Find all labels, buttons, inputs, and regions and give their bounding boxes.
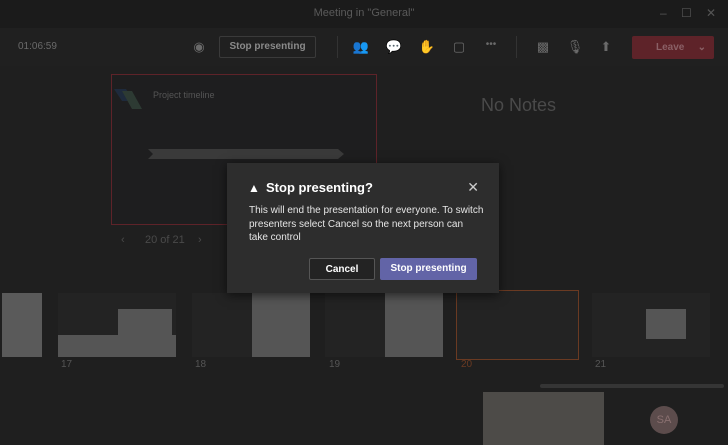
confirm-stop-presenting-button[interactable]: Stop presenting — [380, 258, 477, 280]
warning-icon: ▲ — [248, 181, 260, 195]
stop-presenting-dialog: ▲ Stop presenting? ✕ This will end the p… — [227, 163, 499, 293]
slide-thumbnail[interactable] — [58, 293, 176, 357]
dialog-title: Stop presenting? — [266, 180, 373, 195]
dialog-message: This will end the presentation for every… — [249, 205, 484, 243]
slide-logo-icon — [114, 89, 142, 109]
leave-label: Leave — [656, 42, 685, 53]
timeline-graphic — [148, 149, 344, 159]
thumbnail-number: 21 — [595, 359, 607, 370]
divider — [337, 36, 338, 58]
thumbnail-number: 19 — [329, 359, 341, 370]
maximize-button[interactable]: ☐ — [681, 6, 692, 20]
minimize-button[interactable]: – — [660, 6, 667, 20]
slide-counter: 20 of 21 — [145, 234, 185, 246]
slide-thumbnail-selected[interactable] — [456, 290, 579, 360]
stop-presenting-button[interactable]: Stop presenting — [219, 36, 316, 58]
participant-video — [483, 392, 604, 445]
title-bar: Meeting in "General" – ☐ ✕ — [0, 0, 728, 28]
chat-icon[interactable]: 💬 — [385, 39, 403, 55]
slide-thumbnail[interactable] — [592, 293, 710, 357]
divider — [516, 36, 517, 58]
notes-text: No Notes — [481, 95, 557, 115]
more-icon[interactable]: ••• — [482, 39, 500, 50]
close-icon[interactable]: ✕ — [467, 179, 479, 196]
next-slide-button[interactable]: › — [198, 234, 202, 246]
reactions-icon[interactable]: ✋ — [418, 39, 436, 55]
slide-thumbnail[interactable] — [2, 293, 42, 357]
close-window-button[interactable]: ✕ — [706, 6, 716, 20]
thumbnail-scrollbar[interactable] — [540, 384, 724, 388]
slide-thumbnail[interactable] — [325, 293, 443, 357]
leave-button[interactable]: Leave ⌄ — [632, 36, 714, 59]
previous-slide-button[interactable]: ‹ — [121, 234, 125, 246]
meeting-toolbar: 01:06:59 ◉ Stop presenting 👥 💬 ✋ ▢ ••• ▩… — [0, 28, 728, 66]
thumbnail-number: 17 — [61, 359, 73, 370]
thumbnail-number: 18 — [195, 359, 207, 370]
rooms-icon[interactable]: ▢ — [450, 39, 468, 55]
slide-thumbnail[interactable] — [192, 293, 310, 357]
cancel-button[interactable]: Cancel — [309, 258, 375, 280]
chevron-down-icon[interactable]: ⌄ — [698, 36, 706, 59]
mic-off-icon[interactable]: 🎙 — [566, 39, 584, 55]
avatar: SA — [650, 406, 678, 434]
window-title: Meeting in "General" — [313, 7, 415, 19]
eye-icon[interactable]: ◉ — [190, 39, 208, 55]
participants-icon[interactable]: 👥 — [352, 39, 370, 55]
meeting-timer: 01:06:59 — [18, 41, 57, 52]
slide-title: Project timeline — [153, 90, 215, 100]
thumbnail-number: 20 — [461, 359, 473, 370]
share-icon[interactable]: ⬆ — [597, 39, 615, 55]
camera-off-icon[interactable]: ▩ — [534, 39, 552, 55]
